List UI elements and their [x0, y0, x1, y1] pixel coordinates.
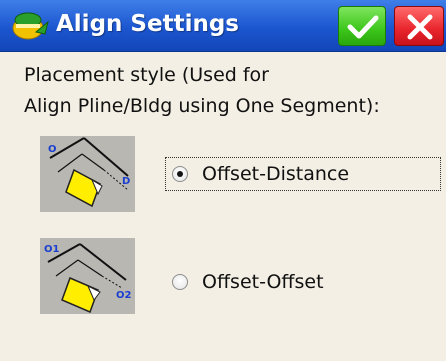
- radio-dot-icon: [177, 171, 183, 177]
- cancel-button[interactable]: [394, 6, 444, 46]
- close-icon: [407, 14, 433, 40]
- offset-distance-radio[interactable]: Offset-Distance: [165, 157, 441, 191]
- placement-style-label-cont: Align Pline/Bldg using One Segment):: [24, 95, 380, 117]
- diagram-offset-label: O: [48, 144, 57, 155]
- radio-button-unselected[interactable]: [172, 274, 188, 290]
- placement-style-label: Placement style (Used for: [24, 64, 269, 86]
- align-settings-dialog: Align Settings Placement style (Used for…: [0, 0, 446, 361]
- offset-offset-label: Offset-Offset: [202, 271, 324, 293]
- offset-offset-diagram: O1 O2: [40, 238, 135, 314]
- surveyor-app-icon: [10, 8, 50, 44]
- radio-button-selected[interactable]: [172, 166, 188, 182]
- diagram-offset1-label: O1: [44, 244, 60, 255]
- title-bar: Align Settings: [0, 0, 446, 52]
- diagram-distance-label: D: [122, 176, 130, 187]
- diagram-offset2-label: O2: [116, 290, 132, 301]
- offset-distance-diagram: O D: [40, 136, 135, 212]
- offset-distance-label: Offset-Distance: [202, 163, 350, 185]
- dialog-title: Align Settings: [56, 11, 239, 37]
- ok-button[interactable]: [338, 6, 386, 46]
- checkmark-icon: [347, 15, 379, 39]
- offset-offset-radio[interactable]: Offset-Offset: [166, 266, 376, 298]
